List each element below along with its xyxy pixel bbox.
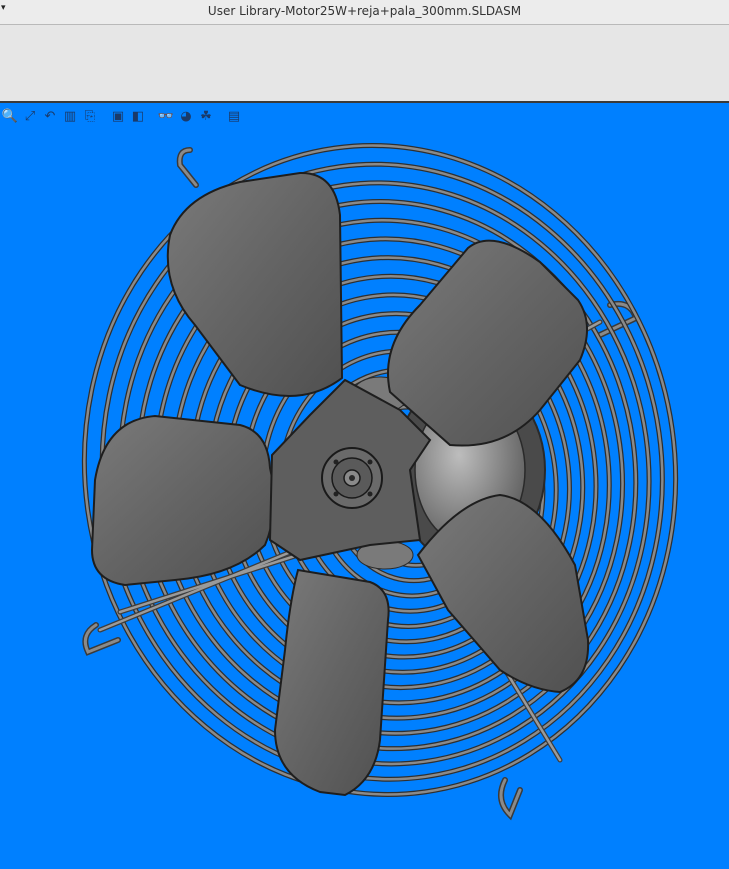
fan-assembly-model[interactable] — [0, 103, 729, 869]
view-settings-icon[interactable]: ▤ — [224, 106, 244, 126]
hide-show-items-icon[interactable]: 👓 — [156, 106, 176, 126]
title-bar: ▾ User Library-Motor25W+reja+pala_300mm.… — [0, 0, 729, 25]
edit-appearance-icon[interactable]: ◕ — [176, 106, 196, 126]
previous-view-icon[interactable]: ↶ — [40, 106, 60, 126]
heads-up-view-toolbar: 🔍 ⤢ ↶ ▥ ⎘ ▣ ◧ 👓 ◕ ☘ ▤ — [0, 105, 244, 127]
zoom-to-fit-icon[interactable]: 🔍 — [0, 106, 20, 126]
fan-blade — [273, 568, 390, 797]
display-style-icon[interactable]: ◧ — [128, 106, 148, 126]
command-manager-ribbon — [0, 25, 729, 103]
window-title: User Library-Motor25W+reja+pala_300mm.SL… — [207, 4, 522, 18]
zoom-to-area-icon[interactable]: ⤢ — [20, 106, 40, 126]
apply-scene-icon[interactable]: ☘ — [196, 106, 216, 126]
view-orientation-icon[interactable]: ▣ — [108, 106, 128, 126]
fan-blade — [90, 414, 275, 587]
dynamic-annotation-views-icon[interactable]: ⎘ — [80, 106, 100, 126]
section-view-icon[interactable]: ▥ — [60, 106, 80, 126]
fan-blade — [166, 171, 344, 397]
